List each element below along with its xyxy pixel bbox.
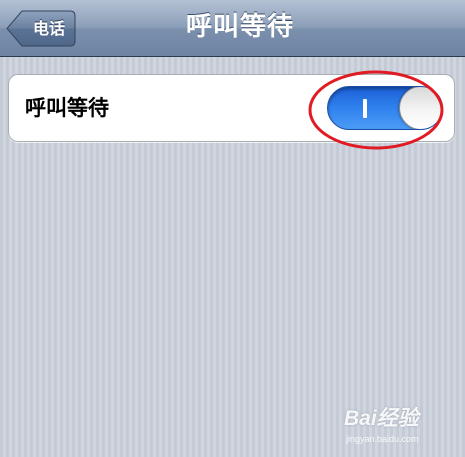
navigation-bar: 电话 呼叫等待 <box>0 0 465 57</box>
toggle-on-indicator-icon <box>363 99 367 118</box>
watermark-url: jingyan.baidu.com <box>346 434 419 444</box>
back-button[interactable]: 电话 <box>6 10 76 47</box>
watermark-logo: Bai经验 <box>344 407 419 430</box>
toggle-knob[interactable] <box>399 87 442 129</box>
back-button-label: 电话 <box>32 19 65 38</box>
watermark: Bai经验 jingyan.baidu.com <box>344 404 456 448</box>
page-title: 呼叫等待 <box>185 12 294 42</box>
call-waiting-toggle[interactable] <box>327 86 443 130</box>
call-waiting-cell: 呼叫等待 <box>8 74 455 142</box>
call-waiting-label: 呼叫等待 <box>25 96 109 120</box>
